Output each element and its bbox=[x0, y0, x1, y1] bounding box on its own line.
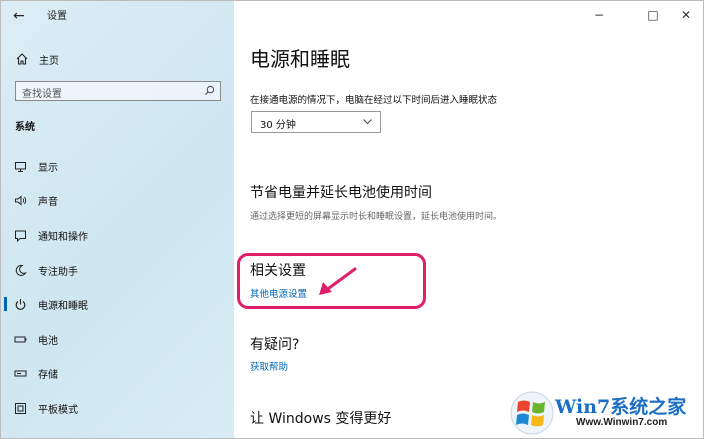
window-title: 设置 bbox=[47, 11, 67, 22]
question-heading: 有疑问? bbox=[250, 337, 300, 353]
watermark-url: Www.Winwin7.com bbox=[576, 417, 668, 428]
home-label: 主页 bbox=[39, 55, 59, 67]
sidebar-item-label: 显示 bbox=[38, 162, 58, 174]
page-title: 电源和睡眠 bbox=[250, 47, 350, 71]
sidebar-item-label: 通知和操作 bbox=[38, 231, 88, 243]
section-title-system: 系统 bbox=[15, 122, 35, 133]
moon-icon bbox=[15, 264, 27, 276]
improve-windows-heading: 让 Windows 变得更好 bbox=[250, 411, 392, 427]
search-icon[interactable] bbox=[204, 85, 215, 96]
maximize-button[interactable]: □ bbox=[640, 5, 666, 25]
sidebar-item-storage[interactable]: 存储 bbox=[1, 362, 234, 384]
storage-icon bbox=[14, 370, 27, 376]
sidebar-item-label: 平板模式 bbox=[38, 404, 78, 416]
battery-heading: 节省电量并延长电池使用时间 bbox=[250, 185, 432, 201]
sidebar-item-sound[interactable]: 声音 bbox=[1, 189, 234, 211]
sidebar-item-label: 存储 bbox=[38, 369, 58, 381]
battery-text: 通过选择更短的屏幕显示时长和睡眠设置，延长电池使用时间。 bbox=[250, 212, 503, 222]
sidebar-item-label: 电池 bbox=[38, 335, 58, 347]
settings-window: ← 设置 主页 系统 显示 bbox=[0, 0, 704, 439]
title-bar: ← 设置 bbox=[1, 1, 234, 31]
speaker-icon bbox=[15, 194, 27, 206]
monitor-icon bbox=[15, 161, 26, 172]
sidebar-item-focus-assist[interactable]: 专注助手 bbox=[1, 259, 234, 281]
sleep-time-value: 30 分钟 bbox=[260, 120, 296, 131]
windows-logo-icon bbox=[510, 391, 554, 435]
additional-power-settings-link[interactable]: 其他电源设置 bbox=[250, 286, 307, 300]
sleep-description: 在接通电源的情况下，电脑在经过以下时间后进入睡眠状态 bbox=[250, 95, 498, 106]
sidebar-item-tablet-mode[interactable]: 平板模式 bbox=[1, 397, 234, 419]
main-content: − □ ✕ 电源和睡眠 在接通电源的情况下，电脑在经过以下时间后进入睡眠状态 3… bbox=[234, 1, 703, 438]
minimize-button[interactable]: − bbox=[586, 5, 612, 25]
search-input[interactable] bbox=[16, 85, 202, 104]
related-settings-heading: 相关设置 bbox=[250, 263, 306, 279]
sleep-time-dropdown[interactable]: 30 分钟 bbox=[251, 111, 381, 133]
search-box[interactable] bbox=[15, 81, 221, 104]
chevron-down-icon bbox=[363, 119, 372, 125]
active-indicator bbox=[4, 297, 7, 311]
sidebar-item-display[interactable]: 显示 bbox=[1, 155, 234, 177]
sidebar-item-label: 专注助手 bbox=[38, 266, 78, 278]
sidebar-item-label: 声音 bbox=[38, 196, 58, 208]
home-nav-item[interactable]: 主页 bbox=[15, 50, 59, 68]
sidebar-item-power-sleep[interactable]: 电源和睡眠 bbox=[1, 293, 234, 315]
power-icon bbox=[15, 298, 26, 310]
sidebar-item-battery[interactable]: 电池 bbox=[1, 328, 234, 350]
get-help-link[interactable]: 获取帮助 bbox=[250, 359, 288, 373]
sidebar-item-label: 电源和睡眠 bbox=[38, 300, 88, 312]
tablet-icon bbox=[15, 402, 26, 414]
close-button[interactable]: ✕ bbox=[673, 5, 699, 25]
back-arrow-icon[interactable]: ← bbox=[13, 7, 25, 25]
battery-icon bbox=[14, 336, 27, 342]
sidebar: ← 设置 主页 系统 显示 bbox=[1, 1, 234, 438]
sidebar-item-notifications[interactable]: 通知和操作 bbox=[1, 224, 234, 246]
notification-icon bbox=[15, 230, 26, 242]
home-icon bbox=[16, 53, 28, 65]
watermark-title: Win7系统之家 bbox=[555, 396, 687, 418]
